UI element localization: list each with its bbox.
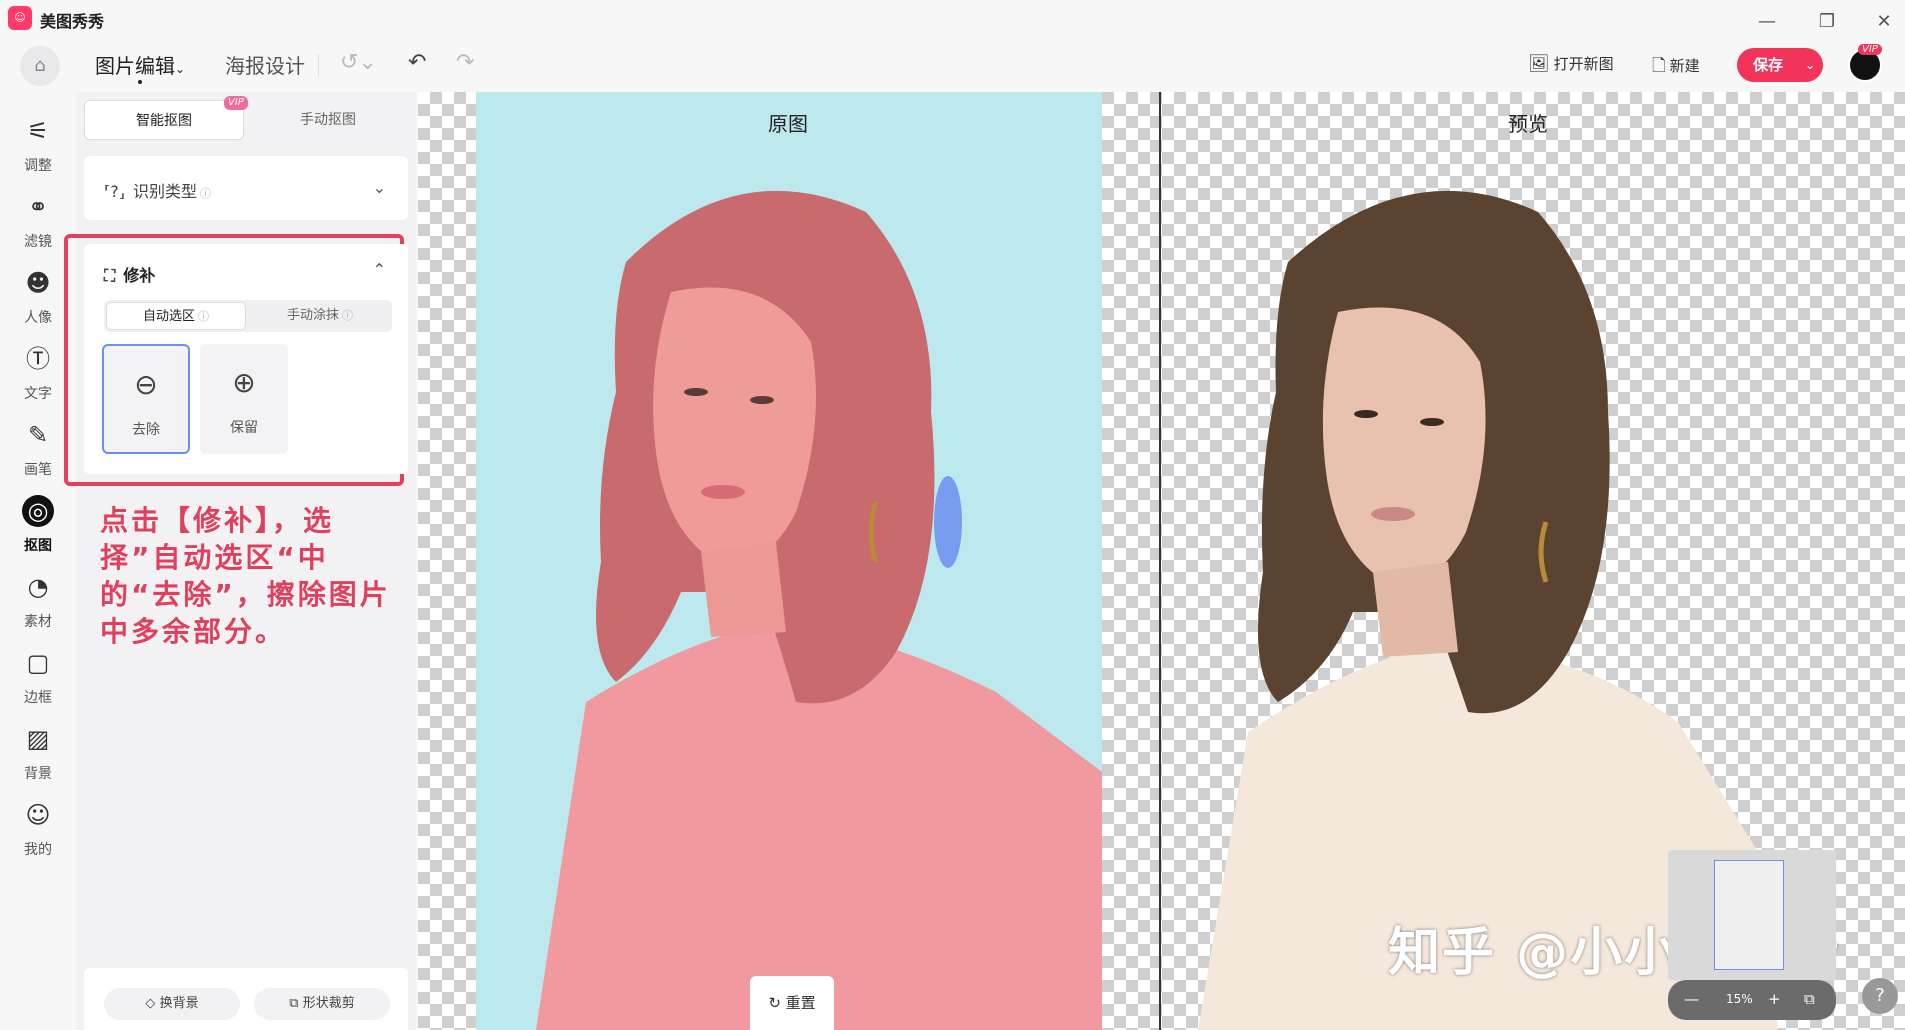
help-icon[interactable]: ⓘ: [198, 310, 209, 323]
meitu-logo-icon: ☺: [8, 6, 32, 30]
navigator-thumbnail[interactable]: [1668, 850, 1836, 980]
brush-icon: ✎: [27, 421, 49, 449]
change-background-button[interactable]: ◇ 换背景: [104, 988, 240, 1020]
nav-item-8[interactable]: ▨ 背景: [0, 703, 76, 787]
nav-item-7[interactable]: ▢ 边框: [0, 627, 76, 711]
preview-pane-title: 预览: [1508, 112, 1548, 136]
tab-auto-select[interactable]: 自动选区 ⓘ: [106, 302, 246, 330]
tab-smart-cutout[interactable]: 智能抠图: [84, 100, 244, 140]
chevron-down-icon[interactable]: ⌄: [373, 178, 386, 197]
home-icon[interactable]: ⌂: [20, 46, 60, 86]
recognize-icon: ⸢?⸥: [104, 182, 125, 201]
paint-bucket-icon: ◇: [145, 996, 160, 1011]
nav-item-9[interactable]: ☺ 我的: [0, 779, 76, 863]
fit-screen-icon[interactable]: ⧉: [1804, 990, 1815, 1008]
keep-selection-icon: ⊕: [232, 366, 256, 399]
restore-icon[interactable]: ❐: [1815, 10, 1839, 34]
toolbar-divider: [318, 54, 319, 76]
open-image-icon: 🖼: [1528, 54, 1550, 74]
title-bar: ☺ 美图秀秀 — ❐ ✕: [0, 0, 1905, 40]
recognize-type-section[interactable]: ⸢?⸥ 识别类型 ⓘ ⌄: [84, 156, 408, 220]
tab-manual-paint[interactable]: 手动涂抹 ⓘ: [250, 302, 390, 330]
vip-badge: VIP: [1858, 44, 1882, 55]
mode-tabs: 智能抠图 VIP 手动抠图: [84, 96, 408, 140]
repair-section: ⛶ 修补 ⌃ 自动选区 ⓘ 手动涂抹 ⓘ ⊖ 去除 ⊕ 保留: [84, 244, 408, 474]
open-new-image-button[interactable]: 🖼 打开新图: [1528, 53, 1614, 74]
new-file-icon: 🗋: [1652, 56, 1666, 76]
filter-circles-icon: ⚭: [27, 193, 49, 221]
navigator-viewport[interactable]: [1714, 860, 1784, 970]
user-icon: ☺: [25, 801, 51, 829]
zoom-out-icon[interactable]: —: [1684, 990, 1699, 1008]
top-toolbar: ⌂ 图片编辑⌄ 海报设计 ↺⌄ ↶ ↷ 🖼 打开新图 🗋 新建 保存 ⌄ VIP: [0, 40, 1905, 92]
nav-item-0[interactable]: ⚟ 调整: [0, 95, 76, 179]
instruction-annotation: 点击【修补】，选择”自动选区“中的“去除”，擦除图片中多余部分。: [100, 504, 391, 648]
sliders-icon: ⚟: [27, 117, 49, 145]
chevron-down-icon[interactable]: ⌄: [1805, 48, 1815, 82]
reset-icon: ↻: [768, 994, 786, 1012]
new-button[interactable]: 🗋 新建: [1652, 53, 1700, 82]
recognize-type-label: 识别类型: [132, 182, 197, 201]
nav-item-6[interactable]: ◔ 素材: [0, 551, 76, 635]
keep-tool-button[interactable]: ⊕ 保留: [200, 344, 288, 454]
tab-poster-design[interactable]: 海报设计: [225, 50, 305, 79]
zoom-level: 15%: [1726, 992, 1753, 1006]
repair-icon: ⛶: [104, 266, 116, 285]
cutout-icon: ◎: [22, 495, 54, 527]
text-icon: Ⓣ: [26, 345, 50, 373]
canvas-area[interactable]: 原图 预览 ↻ 重置 知乎 @小小小茶叶 — 15% + ⧉ ?: [418, 92, 1905, 1030]
repair-title: 修补: [123, 266, 156, 285]
help-button[interactable]: ?: [1862, 978, 1898, 1014]
close-icon[interactable]: ✕: [1872, 10, 1896, 34]
help-icon[interactable]: ⓘ: [342, 309, 353, 322]
app-name: 美图秀秀: [40, 12, 105, 31]
chevron-up-icon[interactable]: ⌃: [373, 260, 386, 279]
undo-icon[interactable]: ↶: [408, 50, 426, 75]
panel-bottom-actions: ◇ 换背景 ⧉ 形状裁剪: [84, 968, 408, 1030]
reset-button[interactable]: ↻ 重置: [750, 976, 834, 1030]
remove-label: 去除: [132, 422, 160, 438]
tab-manual-cutout[interactable]: 手动抠图: [248, 100, 408, 140]
vip-tag: VIP: [224, 96, 248, 110]
remove-selection-icon: ⊖: [134, 368, 158, 401]
help-icon[interactable]: ⓘ: [200, 187, 211, 200]
history-icon[interactable]: ↺⌄: [340, 50, 377, 75]
shape-crop-button[interactable]: ⧉ 形状裁剪: [254, 988, 390, 1020]
save-button[interactable]: 保存 ⌄: [1737, 48, 1823, 82]
zoom-in-icon[interactable]: +: [1768, 990, 1781, 1008]
crop-icon: ⧉: [289, 996, 303, 1011]
frame-icon: ▢: [26, 649, 50, 677]
remove-tool-button[interactable]: ⊖ 去除: [102, 344, 190, 454]
portrait-icon: ☻: [25, 269, 51, 297]
repair-subtabs: 自动选区 ⓘ 手动涂抹 ⓘ: [104, 300, 392, 332]
tab-image-edit[interactable]: 图片编辑⌄: [95, 50, 185, 84]
sticker-icon: ◔: [27, 573, 49, 601]
cutout-panel: 智能抠图 VIP 手动抠图 ⸢?⸥ 识别类型 ⓘ ⌄ ⛶ 修补 ⌃ 自动选区 ⓘ 手动涂…: [64, 92, 416, 1030]
nav-item-5[interactable]: ◎ 抠图: [0, 475, 76, 559]
minimize-icon[interactable]: —: [1755, 10, 1779, 34]
background-icon: ▨: [26, 725, 50, 753]
nav-item-label: 我的: [24, 842, 52, 858]
redo-icon[interactable]: ↷: [456, 50, 474, 75]
zoom-bar: — 15% + ⧉: [1668, 980, 1836, 1020]
keep-label: 保留: [230, 420, 258, 436]
